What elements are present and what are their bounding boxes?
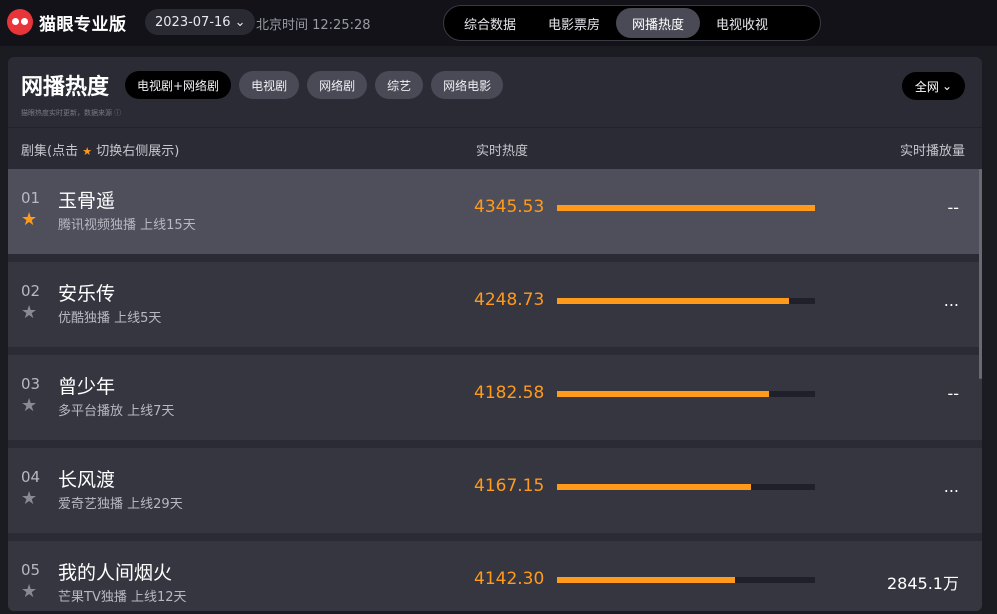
- platform-label: 芒果TV独播: [58, 590, 127, 605]
- rank-number: 02: [21, 282, 41, 300]
- series-title: 我的人间烟火: [58, 562, 173, 584]
- rank-number: 04: [21, 468, 41, 486]
- play-count: --: [947, 384, 959, 403]
- filter-web-movie[interactable]: 网络电影: [431, 71, 504, 99]
- platform-label: 多平台播放: [58, 404, 124, 419]
- play-count: ...: [943, 477, 959, 496]
- date-picker[interactable]: 2023-07-16 ⌄: [145, 9, 256, 35]
- play-count: ...: [943, 291, 959, 310]
- update-note: 猫眼热度实时更新，数据来源 ⓘ: [21, 109, 122, 117]
- star-icon[interactable]: ★: [21, 397, 37, 415]
- heat-bar-fill: [557, 298, 790, 304]
- series-meta: 优酷独播 上线5天: [58, 307, 161, 326]
- filter-web-series[interactable]: 网络剧: [307, 71, 368, 99]
- heat-bar: [557, 484, 815, 490]
- table-row[interactable]: 01 ★ 玉骨遥 腾讯视频独播 上线15天 4345.53 --: [8, 169, 982, 254]
- filter-tv-and-web[interactable]: 电视剧+网络剧: [125, 71, 232, 99]
- nav-box-office[interactable]: 电影票房: [532, 8, 616, 38]
- heat-bar-fill: [557, 391, 769, 397]
- series-meta: 爱奇艺独播 上线29天: [58, 493, 183, 512]
- date-value: 2023-07-16: [155, 14, 231, 30]
- nav-tv-ratings[interactable]: 电视收视: [700, 8, 784, 38]
- heat-value: 4142.30: [474, 569, 545, 589]
- days-online: 上线15天: [140, 218, 196, 233]
- rank-number: 01: [21, 189, 41, 207]
- top-bar: 猫眼专业版 2023-07-16 ⌄ 北京时间 12:25:28 综合数据 电影…: [0, 0, 997, 46]
- app-logo[interactable]: 猫眼专业版: [7, 7, 127, 37]
- heat-value: 4248.73: [474, 290, 545, 310]
- chevron-down-icon: ⌄: [941, 79, 952, 93]
- heat-bar-fill: [557, 577, 736, 583]
- heat-value: 4345.53: [474, 197, 545, 217]
- play-count: 2845.1万: [887, 574, 959, 593]
- days-online: 上线29天: [127, 497, 183, 512]
- col-series-suffix: 切换右侧展示): [96, 144, 180, 159]
- rank-number: 05: [21, 561, 41, 579]
- series-meta: 腾讯视频独播 上线15天: [58, 214, 196, 233]
- cat-eye-logo-icon: [7, 9, 33, 35]
- days-online: 上线5天: [114, 311, 162, 326]
- col-play-count: 实时播放量: [899, 144, 965, 159]
- scope-dropdown[interactable]: 全网 ⌄: [901, 72, 965, 100]
- heat-bar: [557, 205, 815, 211]
- beijing-clock: 北京时间 12:25:28: [256, 18, 371, 33]
- heat-bar-fill: [557, 205, 815, 211]
- platform-label: 优酷独播: [58, 311, 111, 326]
- star-icon[interactable]: ★: [21, 490, 37, 508]
- app-name: 猫眼专业版: [39, 14, 127, 35]
- series-meta: 多平台播放 上线7天: [58, 400, 174, 419]
- platform-label: 腾讯视频独播: [58, 218, 137, 233]
- heat-bar: [557, 298, 815, 304]
- rank-number: 03: [21, 375, 41, 393]
- main-nav: 综合数据 电影票房 网播热度 电视收视: [443, 5, 821, 41]
- chevron-down-icon: ⌄: [234, 14, 246, 30]
- heat-value: 4182.58: [474, 383, 545, 403]
- star-icon[interactable]: ★: [21, 304, 37, 322]
- star-icon[interactable]: ★: [21, 583, 37, 601]
- days-online: 上线7天: [127, 404, 175, 419]
- page-title: 网播热度: [21, 75, 110, 100]
- table-row[interactable]: 03 ★ 曾少年 多平台播放 上线7天 4182.58 --: [8, 355, 982, 440]
- star-icon[interactable]: ★: [21, 211, 37, 229]
- series-title: 曾少年: [58, 376, 116, 398]
- scrollbar[interactable]: [979, 169, 982, 379]
- series-title: 安乐传: [58, 283, 116, 305]
- heat-bar: [557, 577, 815, 583]
- nav-web-heat[interactable]: 网播热度: [616, 8, 701, 38]
- filter-variety[interactable]: 综艺: [375, 71, 424, 99]
- table-row[interactable]: 04 ★ 长风渡 爱奇艺独播 上线29天 4167.15 ...: [8, 448, 982, 533]
- platform-label: 爱奇艺独播: [58, 497, 124, 512]
- series-title: 玉骨遥: [58, 190, 116, 212]
- filter-tv[interactable]: 电视剧: [239, 71, 300, 99]
- heat-bar: [557, 391, 815, 397]
- table-row[interactable]: 05 ★ 我的人间烟火 芒果TV独播 上线12天 4142.30 2845.1万: [8, 541, 982, 611]
- days-online: 上线12天: [130, 590, 187, 605]
- scope-value: 全网: [914, 79, 939, 94]
- nav-overall-data[interactable]: 综合数据: [448, 8, 532, 38]
- series-title: 长风渡: [58, 469, 116, 491]
- series-meta: 芒果TV独播 上线12天: [58, 586, 187, 605]
- heat-bar-fill: [557, 484, 751, 490]
- table-header: 剧集(点击 ★ 切换右侧展示) 实时热度 实时播放量: [8, 127, 982, 170]
- star-icon: ★: [82, 145, 93, 158]
- heat-value: 4167.15: [474, 476, 545, 496]
- col-series-prefix: 剧集(点击: [21, 144, 79, 159]
- category-filters: 电视剧+网络剧 电视剧 网络剧 综艺 网络电影: [125, 71, 504, 99]
- heat-panel: 网播热度 猫眼热度实时更新，数据来源 ⓘ 电视剧+网络剧 电视剧 网络剧 综艺 …: [8, 57, 982, 611]
- table-row[interactable]: 02 ★ 安乐传 优酷独播 上线5天 4248.73 ...: [8, 262, 982, 347]
- col-heat: 实时热度: [476, 144, 529, 159]
- play-count: --: [947, 198, 959, 217]
- col-series: 剧集(点击 ★ 切换右侧展示): [21, 140, 179, 159]
